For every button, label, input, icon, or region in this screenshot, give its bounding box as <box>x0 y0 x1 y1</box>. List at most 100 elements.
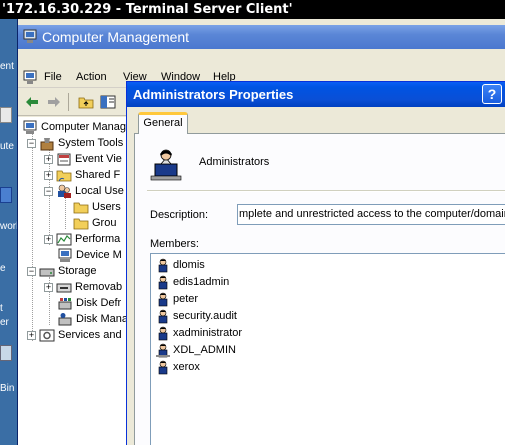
collapse-icon[interactable]: − <box>44 186 53 196</box>
expand-icon[interactable]: + <box>27 330 36 340</box>
device-manager-icon <box>58 248 72 262</box>
list-item[interactable]: xerox <box>155 359 200 375</box>
member-name: peter <box>173 293 199 305</box>
list-item[interactable]: edis1admin <box>155 274 229 290</box>
services-icon <box>39 329 55 341</box>
tree-item-system-tools[interactable]: − System Tools <box>27 135 123 151</box>
group-icon <box>150 149 182 181</box>
computer-management-icon <box>23 29 37 43</box>
tree-label: Event Vie <box>75 153 122 165</box>
member-name: security.audit <box>173 310 237 322</box>
tree-item-removable-storage[interactable]: + Removab <box>44 279 122 295</box>
tree-item-services-and-applications[interactable]: + Services and <box>27 327 122 343</box>
list-item[interactable]: dlomis <box>155 257 205 273</box>
up-folder-icon[interactable] <box>76 93 96 111</box>
disk-management-icon <box>58 312 72 325</box>
list-item[interactable]: XDL_ADMIN <box>155 342 236 358</box>
back-icon[interactable] <box>22 93 42 111</box>
member-name: dlomis <box>173 259 205 271</box>
tree-item-device-manager[interactable]: Device M <box>57 247 122 263</box>
tree-item-local-users-groups[interactable]: − Local Use <box>44 183 124 199</box>
computer-icon <box>23 120 37 134</box>
tree-label: Disk Defr <box>76 297 122 309</box>
administrators-properties-dialog: Administrators Properties ? Administrato… <box>126 81 505 445</box>
tree-item-users[interactable]: Users <box>73 199 121 215</box>
tree-item-event-viewer[interactable]: + Event Vie <box>44 151 122 167</box>
dialog-title-bar[interactable]: Administrators Properties ? <box>127 82 505 107</box>
user-icon <box>158 360 168 374</box>
tree-item-disk-management[interactable]: Disk Mana <box>57 311 128 327</box>
desktop-network-icon[interactable] <box>0 187 12 203</box>
desktop-computer-icon[interactable] <box>0 107 12 123</box>
forward-icon[interactable] <box>44 93 64 111</box>
folder-icon <box>73 202 89 213</box>
help-button[interactable]: ? <box>482 84 502 104</box>
tree-label: Users <box>92 201 121 213</box>
disk-defrag-icon <box>58 297 72 309</box>
show-hide-tree-icon[interactable] <box>98 93 118 111</box>
menu-file[interactable]: File <box>44 71 62 83</box>
tree-label: Performa <box>75 233 121 245</box>
desktop-icon-label[interactable]: ute <box>0 141 14 152</box>
computer-management-icon[interactable] <box>22 70 38 85</box>
description-label: Description: <box>150 209 209 221</box>
system-tools-icon <box>40 137 54 150</box>
user-icon <box>158 309 168 323</box>
desktop-icon-label[interactable]: t <box>0 303 3 314</box>
user-icon <box>158 275 168 289</box>
dialog-title: Administrators Properties <box>133 87 294 102</box>
members-list[interactable]: dlomis edis1admin peter security.audit x… <box>150 253 505 445</box>
recycle-bin-icon[interactable] <box>0 345 12 361</box>
tree-label: Disk Mana <box>76 313 128 325</box>
tree-label: Device M <box>76 249 122 261</box>
member-name: xerox <box>173 361 200 373</box>
tree-connector <box>32 133 33 341</box>
desktop-icon-label[interactable]: ent <box>0 61 14 72</box>
tree-item-shared-folders[interactable]: + Shared F <box>44 167 120 183</box>
cm-title: Computer Management <box>42 29 190 45</box>
tree-label: Shared F <box>75 169 121 181</box>
tree-label: Computer Manag <box>41 121 126 133</box>
desktop-icon-label[interactable]: work <box>0 221 17 232</box>
group-icon <box>156 343 170 357</box>
member-name: XDL_ADMIN <box>173 344 236 356</box>
tab-general[interactable]: General <box>138 112 188 134</box>
separator <box>147 190 505 192</box>
user-icon <box>158 258 168 272</box>
expand-icon[interactable]: + <box>44 170 53 180</box>
collapse-icon[interactable]: − <box>27 138 36 148</box>
expand-icon[interactable]: + <box>44 282 53 292</box>
tree-label: Services and <box>58 329 122 341</box>
tree-label: Grou <box>92 217 117 229</box>
expand-icon[interactable]: + <box>44 154 53 164</box>
user-icon <box>158 292 168 306</box>
desktop-icon-label[interactable]: Bin <box>0 383 14 394</box>
cm-title-bar[interactable]: Computer Management <box>18 25 505 49</box>
general-tab-page: Administrators Description: mplete and u… <box>134 133 505 445</box>
expand-icon[interactable]: + <box>44 234 53 244</box>
member-name: xadministrator <box>173 327 243 339</box>
performance-icon <box>56 233 72 245</box>
users-groups-icon <box>58 184 71 198</box>
user-icon <box>158 326 168 340</box>
members-label: Members: <box>150 238 199 250</box>
description-field[interactable]: mplete and unrestricted access to the co… <box>237 204 505 225</box>
tree-item-computer-management[interactable]: Computer Manag <box>22 119 126 135</box>
tree-item-performance[interactable]: + Performa <box>44 231 120 247</box>
collapse-icon[interactable]: − <box>27 266 36 276</box>
terminal-client-title: '172.16.30.229 - Terminal Server Client' <box>0 0 505 19</box>
list-item[interactable]: xadministrator <box>155 325 242 341</box>
tree-label: System Tools <box>58 137 124 149</box>
tree-item-storage[interactable]: − Storage <box>27 263 97 279</box>
menu-action[interactable]: Action <box>76 71 107 83</box>
desktop-icon-label[interactable]: e <box>0 263 6 274</box>
list-item[interactable]: peter <box>155 291 198 307</box>
shared-folder-icon <box>56 170 72 181</box>
desktop-strip: ent ute work e t er Bin <box>0 19 17 445</box>
toolbar-separator <box>68 93 69 111</box>
tree-item-groups[interactable]: Grou <box>73 215 116 231</box>
tree-item-disk-defragmenter[interactable]: Disk Defr <box>57 295 121 311</box>
desktop-icon-label[interactable]: er <box>0 317 9 328</box>
console-tree: Computer Manag − System Tools + Event Vi… <box>18 117 130 445</box>
list-item[interactable]: security.audit <box>155 308 237 324</box>
